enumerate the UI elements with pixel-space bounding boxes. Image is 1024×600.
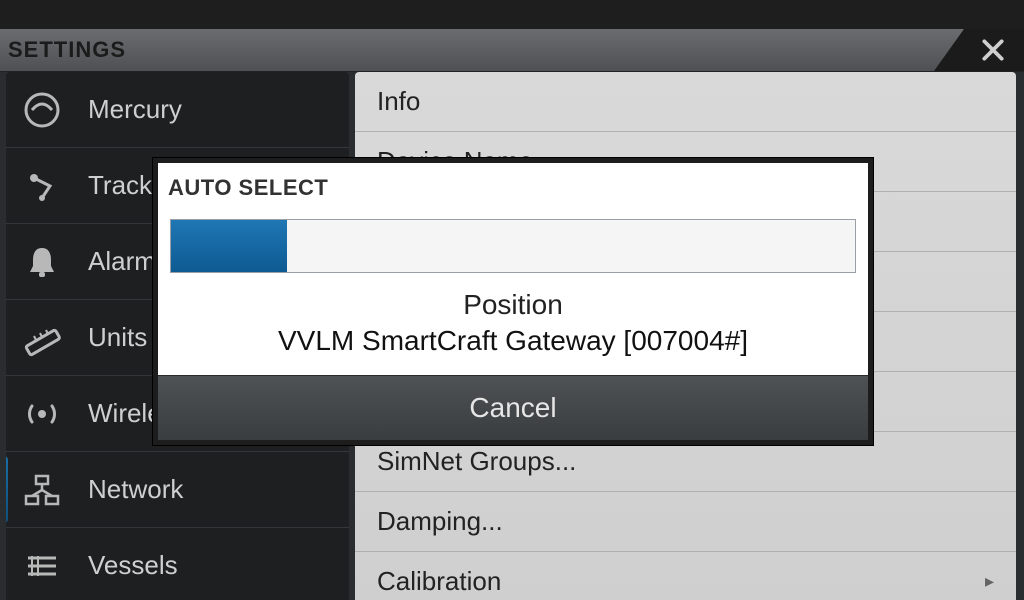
close-button[interactable] [934,29,1024,71]
page-title: SETTINGS [8,37,126,63]
dialog-title: AUTO SELECT [158,163,868,209]
topbar [0,0,1024,29]
bell-icon [20,240,64,284]
vessel-icon [20,544,64,588]
sidebar-item-label: Vessels [88,550,178,581]
sidebar-item-label: Network [88,474,183,505]
auto-select-dialog: AUTO SELECT Position VVLM SmartCraft Gat… [153,158,873,445]
sidebar-item-label: Units [88,322,147,353]
cancel-button[interactable]: Cancel [158,375,868,440]
close-icon [980,37,1006,63]
progress-status: Position [158,283,868,321]
chevron-right-icon: ▸ [985,571,994,592]
mercury-icon [20,88,64,132]
content-item-label: Damping... [377,506,503,537]
sidebar-item-vessels[interactable]: Vessels [6,528,349,600]
content-item[interactable]: Info [355,72,1016,132]
progress-device: VVLM SmartCraft Gateway [007004#] [158,321,868,375]
network-icon [20,468,64,512]
sidebar-item-network[interactable]: Network [6,452,349,528]
progress-fill [171,220,287,272]
content-item[interactable]: Calibration ▸ [355,552,1016,600]
content-item[interactable]: Damping... [355,492,1016,552]
content-item-label: Calibration [377,566,501,597]
ruler-icon [20,316,64,360]
sidebar-item-mercury[interactable]: Mercury [6,72,349,148]
wireless-icon [20,392,64,436]
waypoint-icon [20,164,64,208]
sidebar-item-label: Mercury [88,94,182,125]
content-item-label: Info [377,86,420,117]
settings-header: SETTINGS [0,29,1024,72]
content-item-label: SimNet Groups... [377,446,576,477]
progress-bar [170,219,856,273]
